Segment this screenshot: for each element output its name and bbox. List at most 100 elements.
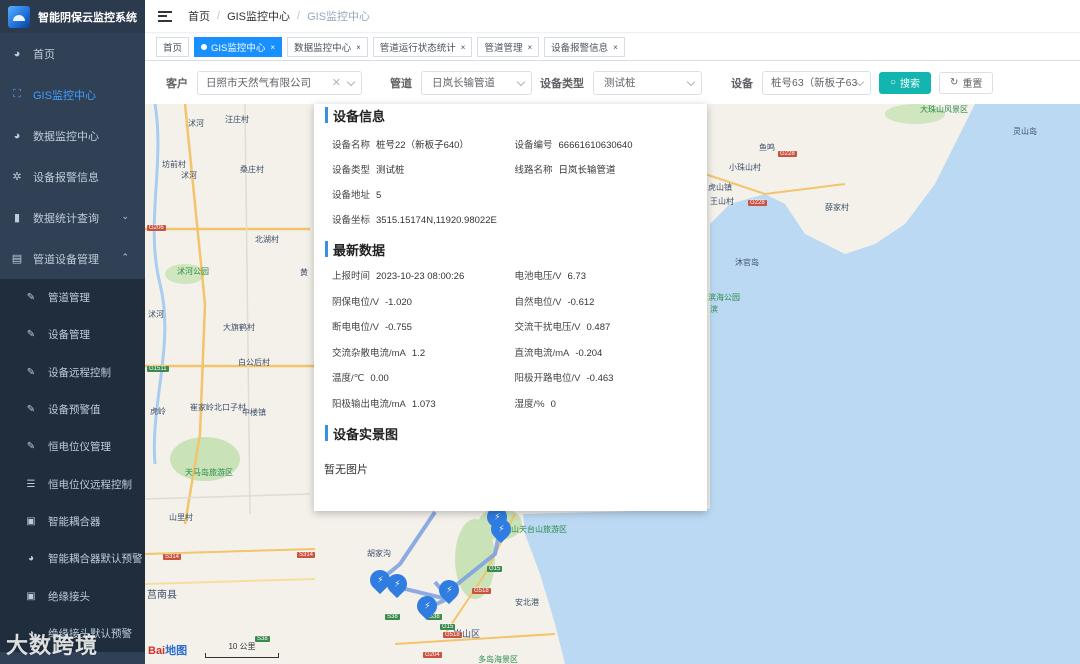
sidebar-subitem-label: 智能耦合器默认预警 — [48, 553, 143, 566]
device-select-value: 桩号63（新板子63 — [771, 77, 858, 89]
info-value: 2023-10-23 08:00:26 — [376, 271, 465, 282]
map-label: 天马岛旅游区 — [185, 468, 233, 477]
info-cell: 阴保电位/V -1.020 — [332, 297, 515, 309]
search-button[interactable]: ○ 搜索 — [879, 71, 932, 94]
info-value: 0.487 — [586, 322, 611, 333]
info-key: 阴保电位/V — [332, 296, 379, 308]
info-key: 线路名称 — [514, 165, 553, 176]
device-type-select[interactable]: 测试桩 — [593, 70, 702, 95]
close-icon[interactable]: × — [356, 43, 361, 52]
info-row: 设备名称 桩号22（新板子640） 设备编号 66661610630640 — [332, 140, 697, 152]
map-label: 北湖村 — [255, 235, 279, 244]
sidebar-subitem[interactable]: ✎ 管道管理 — [0, 279, 145, 317]
logo-bar: 智能阴保云监控系统 — [0, 0, 145, 33]
tab-tag[interactable]: 管道运行状态统计 × — [372, 37, 473, 57]
info-cell: 自然电位/V -0.612 — [515, 297, 698, 309]
edit-icon: ✎ — [26, 292, 36, 304]
sidebar-subitem[interactable]: ✎ 设备预警值 — [0, 390, 145, 429]
info-key: 上报时间 — [332, 271, 371, 282]
chart-icon: ▮ — [13, 212, 21, 224]
gis-icon: ⛶ — [13, 88, 21, 100]
sidebar-subitem[interactable]: ☰ 恒电位仪远程控制 — [0, 465, 145, 503]
road-badge: S38 — [385, 614, 400, 620]
tab-tag[interactable]: GIS监控中心 × — [194, 37, 283, 57]
top-header: 首页 / GIS监控中心 / GIS监控中心 — [145, 0, 1080, 33]
pipeline-label: 管道 — [390, 77, 412, 90]
chevron-down-icon — [346, 77, 356, 86]
close-icon[interactable]: × — [613, 43, 618, 52]
breadcrumb-item-gis[interactable]: GIS监控中心 — [227, 8, 290, 24]
dashboard-icon: ◕ — [13, 47, 21, 60]
close-icon[interactable]: × — [527, 43, 532, 52]
device-info-title: 设备信息 — [325, 106, 697, 124]
hamburger-icon[interactable] — [158, 10, 172, 22]
map-label: 大旗鹤村 — [223, 323, 255, 332]
doc-icon: ▣ — [26, 590, 36, 602]
device-select[interactable]: 桩号63（新板子63 — [762, 70, 871, 95]
edit-icon: ✎ — [26, 441, 36, 453]
sidebar: 智能阴保云监控系统 ◕ 首页 ⛶ GIS监控中心 ◕ 数据监控中心 ✲ 设备报警信息 ▮ 数据统计… — [0, 0, 145, 664]
map-label: 薛家村 — [825, 203, 849, 212]
sidebar-item[interactable]: ◕ 数据监控中心 — [0, 115, 145, 156]
close-icon[interactable]: × — [270, 43, 275, 52]
sidebar-subitem[interactable]: ◕ 智能耦合器默认预警 — [0, 540, 145, 578]
road-badge: G1511 — [147, 366, 169, 372]
search-button-label: 搜索 — [900, 79, 921, 90]
info-row: 交流杂散电流/mA 1.2 直流电流/mA -0.204 — [332, 348, 697, 360]
sidebar-subitem-label: 智能耦合器 — [48, 515, 101, 528]
tab-tag-label: 设备报警信息 — [551, 43, 609, 54]
reset-button[interactable]: ↻ 重置 — [939, 71, 994, 94]
sidebar-item[interactable]: ▮ 数据统计查询 ⌄ — [0, 197, 145, 238]
sidebar-subitem[interactable]: ✎ 恒电位仪管理 — [0, 428, 145, 466]
info-key: 湿度/% — [514, 398, 545, 410]
tab-tag[interactable]: 数据监控中心 × — [287, 37, 368, 57]
info-key: 设备坐标 — [332, 215, 371, 226]
info-key: 交流杂散电流/mA — [332, 347, 406, 359]
tab-tag[interactable]: 管道管理 × — [477, 37, 540, 57]
sidebar-subitem[interactable]: ✎ 设备远程控制 — [0, 353, 145, 391]
sidebar-item[interactable]: ⛶ GIS监控中心 — [0, 74, 145, 115]
sidebar-item-label: GIS监控中心 — [33, 89, 96, 102]
sidebar-item[interactable]: ◕ 首页 — [0, 33, 145, 74]
tags-view: 首页 GIS监控中心 × 数据监控中心 × 管道运行状态统计 × 管道管理 × 设备报警信息 × — [145, 34, 1080, 61]
sidebar-subitem[interactable]: ▣ 绝缘接头 — [0, 577, 145, 615]
breadcrumb-item-home[interactable]: 首页 — [188, 8, 210, 24]
sidebar-subitem[interactable]: ▣ 智能耦合器 — [0, 502, 145, 541]
sidebar-item[interactable]: ▤ 管道设备管理 ⌃ — [0, 238, 145, 279]
map-label: 虎山镇 — [708, 183, 732, 192]
tab-tag[interactable]: 首页 — [156, 37, 190, 57]
tab-tag[interactable]: 设备报警信息 × — [544, 37, 625, 57]
map-label: 王山村 — [710, 197, 734, 206]
info-value: -1.020 — [384, 296, 412, 308]
road-badge: G15 — [487, 566, 503, 572]
clear-icon[interactable]: ✕ — [332, 76, 341, 89]
sidebar-subitem[interactable]: ✎ 设备管理 — [0, 316, 145, 354]
road-badge: G518 — [472, 588, 491, 594]
map-label: 滨海公园 — [708, 293, 740, 302]
close-icon[interactable]: × — [461, 43, 466, 52]
info-value: 3515.15174N,11920.98022E — [376, 215, 497, 226]
chevron-down-icon — [686, 77, 696, 86]
dashboard-icon: ◕ — [13, 129, 21, 142]
info-cell: 设备名称 桩号22（新板子640） — [332, 140, 515, 152]
chevron-down-icon: ⌄ — [121, 211, 129, 221]
info-key: 直流电流/mA — [514, 347, 570, 359]
customer-select[interactable]: 日照市天然气有限公司 ✕ — [197, 70, 362, 95]
map-label: 滨 — [710, 305, 718, 314]
info-row: 设备坐标 3515.15174N,11920.98022E — [332, 215, 697, 227]
sidebar-subitem-label: 恒电位仪远程控制 — [48, 478, 132, 491]
map-label: 黄 — [300, 268, 308, 277]
sidebar-subitem-label: 恒电位仪管理 — [48, 441, 111, 454]
sidebar-subitem-label: 设备预警值 — [48, 404, 101, 417]
road-badge: S314 — [163, 554, 182, 560]
brand-text: 地图 — [165, 645, 188, 657]
map-scale: 10 公里 — [205, 641, 279, 658]
pipeline-select[interactable]: 日岚长输管道 — [421, 70, 532, 95]
info-value: 6.73 — [567, 271, 586, 282]
sidebar-item[interactable]: ✲ 设备报警信息 — [0, 156, 145, 197]
map-label: 灵山岛 — [1013, 127, 1037, 136]
map-label: 白公后村 — [238, 358, 270, 367]
sidebar-subitem-label: 设备远程控制 — [48, 366, 111, 379]
info-cell: 设备地址 5 — [332, 190, 517, 202]
info-row: 上报时间 2023-10-23 08:00:26 电池电压/V 6.73 — [332, 271, 697, 283]
